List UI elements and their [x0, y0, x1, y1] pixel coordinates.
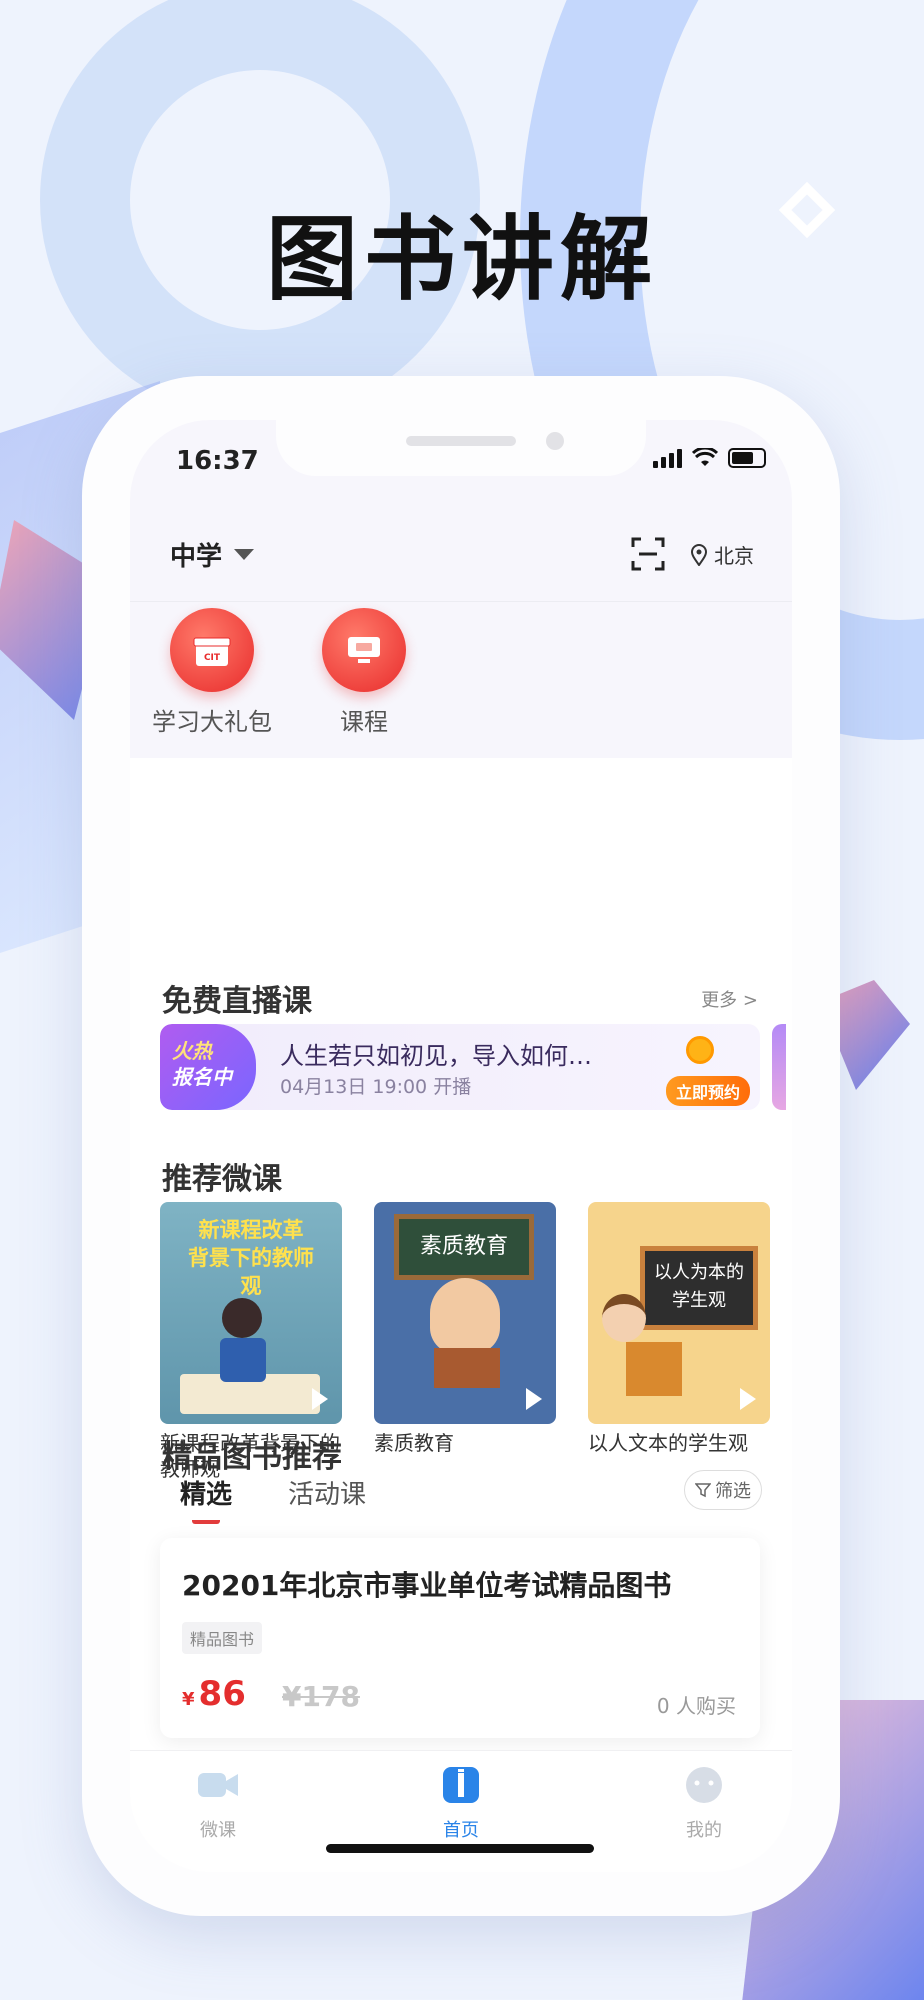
price-currency: ¥ [182, 1689, 195, 1710]
book-card[interactable]: 20201年北京市事业单位考试精品图书 精品图书 ¥86 ¥178 0 人购买 [160, 1538, 760, 1738]
home-indicator [326, 1844, 594, 1853]
phone-frame: 16:37 中学 北京 CIT 学习大礼包 课程 免费直播课 更多 > 火热 报… [82, 376, 840, 1916]
content: 免费直播课 更多 > 火热 报名中 人生若只如初见，导入如何… 04月13日 1… [130, 420, 792, 1872]
bottom-tab-bar: 微课 首页 我的 [130, 1750, 792, 1872]
filter-label: 筛选 [715, 1481, 751, 1502]
course-title: 素质教育 [374, 1431, 454, 1455]
student-illustration [602, 1294, 646, 1342]
buyer-count: 0 人购买 [656, 1694, 736, 1718]
thumbnail-text: 素质教育 [394, 1214, 534, 1280]
tabbar-label: 首页 [443, 1820, 479, 1841]
play-icon [312, 1388, 328, 1410]
more-link[interactable]: 更多 > [701, 986, 758, 1012]
live-course-time: 04月13日 19:00 开播 [280, 1076, 472, 1098]
app-screen: 16:37 中学 北京 CIT 学习大礼包 课程 免费直播课 更多 > 火热 报… [130, 420, 792, 1872]
child-body [220, 1338, 266, 1382]
tabbar-label: 我的 [686, 1820, 722, 1841]
course-thumbnail: 新课程改革 背景下的教师观 [160, 1202, 342, 1424]
tabbar-item-microcourse[interactable]: 微课 [158, 1765, 278, 1842]
micro-course-card[interactable]: 素质教育 素质教育 [374, 1202, 556, 1456]
price-value: 86 [198, 1674, 246, 1714]
tab-featured[interactable]: 精选 [180, 1474, 232, 1524]
home-book-icon [443, 1767, 479, 1803]
tabbar-item-profile[interactable]: 我的 [644, 1765, 764, 1842]
hot-badge: 火热 报名中 [160, 1024, 256, 1110]
micro-course-list: 新课程改革 背景下的教师观 新课程改革背景下的教师观 素质教育 素质教育 以人为… [160, 1202, 792, 1481]
live-section-title: 免费直播课 [162, 984, 312, 1019]
alarm-clock-icon [686, 1036, 714, 1064]
teacher-illustration [430, 1278, 500, 1354]
next-live-card-edge[interactable] [772, 1024, 786, 1110]
tab-activity[interactable]: 活动课 [288, 1474, 366, 1511]
filter-button[interactable]: 筛选 [684, 1470, 762, 1510]
book-price: ¥86 [182, 1674, 246, 1714]
tabbar-item-home[interactable]: 首页 [401, 1765, 521, 1842]
micro-course-card[interactable]: 以人为本的 学生观 以人文本的学生观 [588, 1202, 770, 1456]
play-icon [740, 1388, 756, 1410]
profile-icon [686, 1767, 722, 1803]
reserve-button[interactable]: 立即预约 [665, 1076, 750, 1106]
book-tag: 精品图书 [182, 1622, 263, 1654]
book-tabs: 精选 活动课 [180, 1474, 366, 1524]
child-illustration [222, 1298, 262, 1338]
course-thumbnail: 以人为本的 学生观 [588, 1202, 770, 1424]
book-title: 20201年北京市事业单位考试精品图书 [182, 1569, 672, 1602]
desk-illustration [626, 1342, 682, 1396]
video-icon [198, 1773, 238, 1797]
book-illustration [434, 1348, 500, 1388]
hot-badge-line2: 报名中 [172, 1065, 232, 1089]
hot-badge-line1: 火热 [172, 1039, 212, 1063]
micro-section-title: 推荐微课 [162, 1162, 282, 1197]
thumbnail-text: 以人为本的 学生观 [640, 1246, 758, 1330]
live-course-title: 人生若只如初见，导入如何… [280, 1042, 592, 1070]
tabbar-label: 微课 [200, 1820, 236, 1841]
original-price: ¥178 [282, 1680, 360, 1713]
thumbnail-text: 新课程改革 背景下的教师观 [188, 1218, 314, 1298]
course-title: 以人文本的学生观 [588, 1431, 748, 1455]
course-thumbnail: 素质教育 [374, 1202, 556, 1424]
books-section-title: 精品图书推荐 [162, 1440, 342, 1475]
promo-headline: 图书讲解 [265, 206, 658, 313]
live-course-card[interactable]: 火热 报名中 人生若只如初见，导入如何… 04月13日 19:00 开播 立即预… [160, 1024, 760, 1110]
filter-icon [695, 1483, 711, 1498]
play-icon [526, 1388, 542, 1410]
